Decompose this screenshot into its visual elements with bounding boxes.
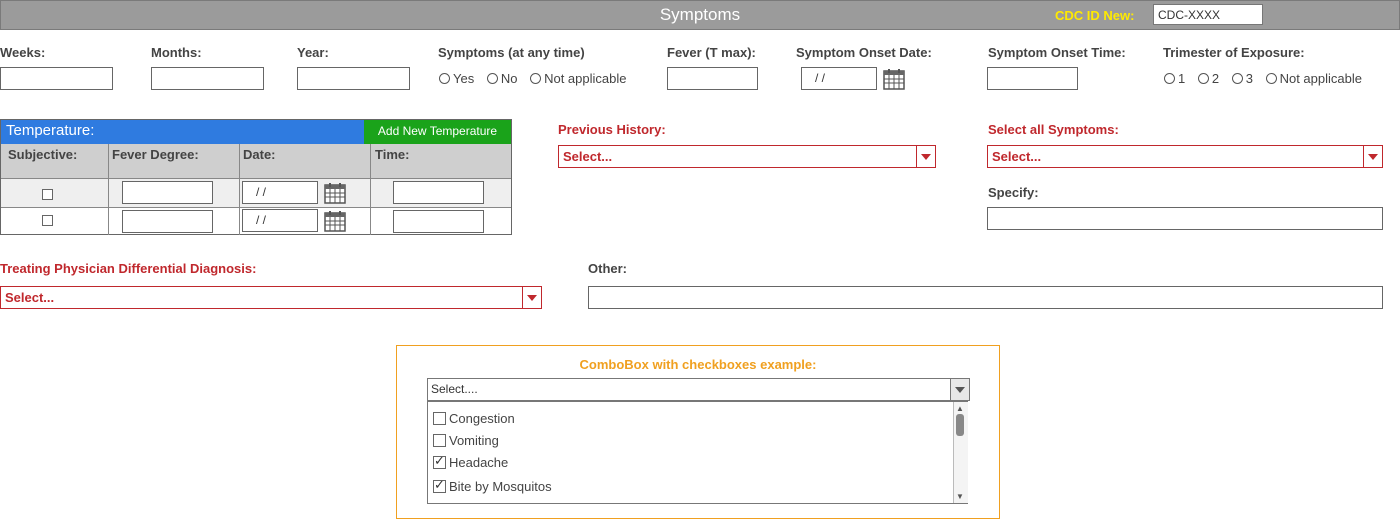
year-label: Year: [297,45,329,60]
temp-date-input[interactable]: / / [242,209,318,232]
onset-time-label: Symptom Onset Time: [988,45,1126,60]
other-label: Other: [588,261,627,276]
symptoms-any-label: Symptoms (at any time) [438,45,585,60]
months-input[interactable] [151,67,264,90]
symptoms-no-radio[interactable]: No [486,71,517,86]
cdc-id-input[interactable]: CDC-XXXX [1153,4,1263,25]
list-item[interactable]: Congestion [433,411,515,426]
temp-time-input[interactable] [393,181,484,204]
symptoms-na-radio[interactable]: Not applicable [530,71,626,86]
select-symptoms-select[interactable]: Select... [987,145,1383,168]
months-label: Months: [151,45,202,60]
scroll-up-icon[interactable]: ▲ [956,404,964,413]
temp-time-input[interactable] [393,210,484,233]
calendar-icon[interactable] [324,182,346,204]
dropdown-arrow-icon [950,379,969,400]
diagnosis-label: Treating Physician Differential Diagnosi… [0,261,257,276]
fever-tmax-label: Fever (T max): [667,45,756,60]
specify-input[interactable] [987,207,1383,230]
previous-history-label: Previous History: [558,122,666,137]
list-item[interactable]: Bite by Mosquitos [433,477,552,494]
checkbox-icon[interactable] [433,453,446,469]
trimester-1-radio[interactable]: 1 [1164,71,1185,86]
subjective-checkbox[interactable] [42,189,53,200]
combo-title: ComboBox with checkboxes example: [579,357,817,372]
combo-select[interactable]: Select.... [427,378,970,401]
trimester-radio-group: 1 2 3 Not applicable [1164,71,1371,86]
specify-label: Specify: [988,185,1039,200]
dropdown-arrow-icon [522,287,541,308]
weeks-label: Weeks: [0,45,46,60]
symptoms-yes-radio[interactable]: Yes [439,71,474,86]
previous-history-select[interactable]: Select... [558,145,936,168]
select-symptoms-value: Select... [992,149,1042,164]
calendar-icon[interactable] [883,68,905,90]
fever-degree-input[interactable] [122,181,213,204]
radio-icon [530,73,542,84]
radio-icon [1265,73,1277,84]
radio-icon [1231,73,1243,84]
diagnosis-value: Select... [5,290,55,305]
divider [1,207,511,208]
onset-date-label: Symptom Onset Date: [796,45,932,60]
divider [370,144,371,235]
radio-icon [486,73,498,84]
trimester-2-radio[interactable]: 2 [1197,71,1219,86]
list-item[interactable]: Vomiting [433,433,499,448]
trimester-na-radio[interactable]: Not applicable [1265,71,1362,86]
divider [239,144,240,235]
trimester-3-radio[interactable]: 3 [1231,71,1253,86]
diagnosis-select[interactable]: Select... [0,286,542,309]
temp-date-input[interactable]: / / [242,181,318,204]
checkbox-icon[interactable] [433,412,446,425]
select-symptoms-label: Select all Symptoms: [988,122,1119,137]
onset-time-input[interactable] [987,67,1078,90]
scroll-down-icon[interactable]: ▼ [956,492,964,501]
onset-date-input[interactable]: / / [801,67,877,90]
fever-degree-input[interactable] [122,210,213,233]
dropdown-arrow-icon [916,146,935,167]
checkbox-icon[interactable] [433,477,446,493]
subjective-checkbox[interactable] [42,215,53,226]
radio-icon [439,73,450,84]
weeks-input[interactable] [0,67,113,90]
list-item[interactable]: Headache [433,453,508,470]
other-input[interactable] [588,286,1383,309]
symptoms-any-radio-group: Yes No Not applicable [439,71,635,86]
scrollbar-thumb[interactable] [956,414,964,436]
trimester-label: Trimester of Exposure: [1163,45,1305,60]
checkbox-icon[interactable] [433,434,446,447]
previous-history-value: Select... [563,149,613,164]
year-input[interactable] [297,67,410,90]
dropdown-arrow-icon [1363,146,1382,167]
radio-icon [1164,73,1175,84]
calendar-icon[interactable] [324,210,346,232]
fever-tmax-input[interactable] [667,67,758,90]
divider [108,144,109,235]
cdc-id-label: CDC ID New: [1055,8,1135,23]
combo-value: Select.... [431,382,478,396]
radio-icon [1197,73,1209,84]
